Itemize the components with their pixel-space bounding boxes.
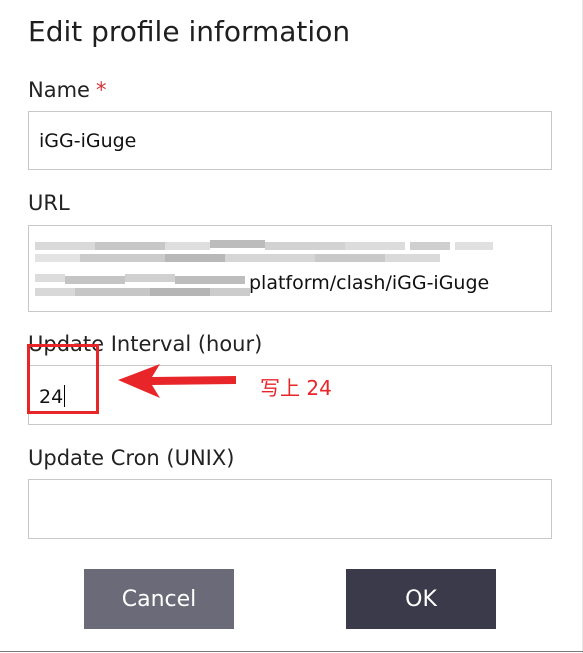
annotation-text: 写上 24	[260, 376, 332, 400]
update-cron-input[interactable]	[28, 479, 552, 539]
name-input[interactable]: iGG-iGuge	[28, 111, 552, 170]
name-input-value: iGG-iGuge	[39, 130, 137, 152]
url-label: URL	[28, 191, 70, 215]
name-label: Name	[28, 78, 90, 102]
ok-button[interactable]: OK	[346, 569, 496, 629]
required-asterisk: *	[95, 78, 107, 102]
url-input-value: platform/clash/iGG-iGuge	[249, 272, 490, 294]
dialog-bottom-border	[0, 651, 583, 652]
dialog-title: Edit profile information	[28, 15, 351, 48]
annotation-arrow-icon	[118, 364, 236, 398]
name-label-row: Name *	[28, 76, 106, 104]
url-input[interactable]: platform/clash/iGG-iGuge	[28, 225, 552, 312]
update-cron-label: Update Cron (UNIX)	[28, 446, 235, 470]
annotation-highlight-box	[27, 344, 99, 414]
cancel-button[interactable]: Cancel	[84, 569, 234, 629]
edit-profile-dialog: Edit profile information Name * iGG-iGuge…	[0, 0, 583, 653]
